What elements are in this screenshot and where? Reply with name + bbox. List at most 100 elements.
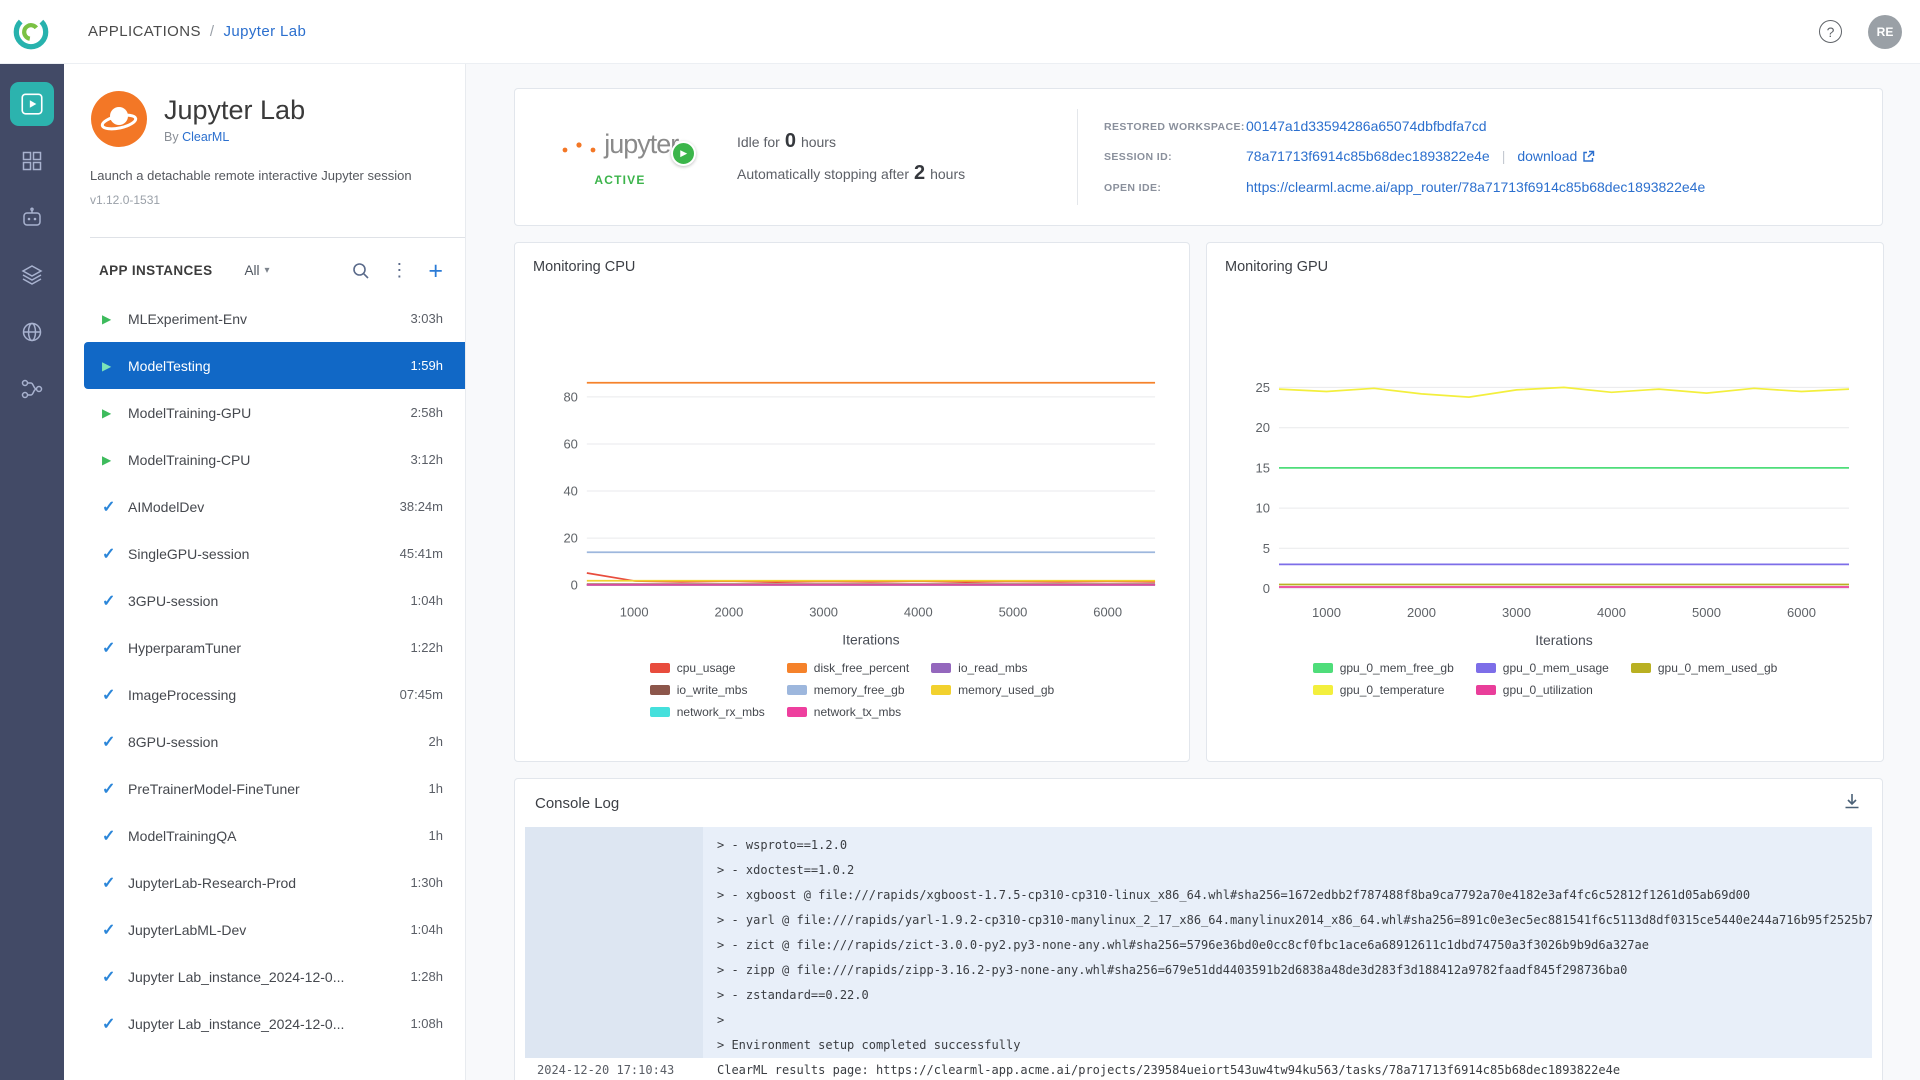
- session-id-link[interactable]: 78a71713f6914c85b68dec1893822e4e: [1246, 148, 1490, 164]
- instance-duration: 1:28h: [410, 969, 443, 984]
- instance-duration: 1h: [429, 781, 443, 796]
- legend-item-gpu_0_mem_free_gb[interactable]: gpu_0_mem_free_gb: [1313, 661, 1454, 675]
- legend-swatch: [787, 663, 807, 673]
- restored-workspace-value[interactable]: 00147a1d33594286a65074dbfbdfa7cd: [1246, 118, 1487, 134]
- instance-row[interactable]: ▶ModelTraining-GPU2:58h: [84, 389, 465, 436]
- kebab-menu-icon[interactable]: ⋮: [390, 260, 408, 281]
- svg-text:15: 15: [1256, 460, 1270, 475]
- console-title: Console Log: [535, 795, 619, 812]
- legend-item-io_read_mbs[interactable]: io_read_mbs: [931, 661, 1054, 675]
- breadcrumb: APPLICATIONS / Jupyter Lab: [88, 23, 306, 40]
- search-icon[interactable]: [352, 262, 370, 280]
- rail-item-pipelines[interactable]: [10, 367, 54, 411]
- instance-name: Jupyter Lab_instance_2024-12-0...: [128, 969, 410, 985]
- instance-row[interactable]: ✓SingleGPU-session45:41m: [84, 530, 465, 577]
- log-timestamp: [525, 1033, 703, 1058]
- instance-row[interactable]: ✓ModelTrainingQA1h: [84, 812, 465, 859]
- bot-icon: [20, 206, 44, 230]
- charts-row: Monitoring CPU 0204060801000200030004000…: [514, 242, 1883, 762]
- panel-divider: [90, 237, 465, 238]
- jupyter-logo: jupyter ▶: [552, 127, 689, 164]
- instance-row[interactable]: ✓PreTrainerModel-FineTuner1h: [84, 765, 465, 812]
- rail-item-projects[interactable]: [10, 139, 54, 183]
- instance-row[interactable]: ▶ModelTraining-CPU3:12h: [84, 436, 465, 483]
- log-text: ClearML results page: https://clearml-ap…: [703, 1058, 1872, 1080]
- instance-duration: 3:12h: [410, 452, 443, 467]
- svg-text:80: 80: [563, 389, 577, 404]
- instance-row[interactable]: ✓3GPU-session1:04h: [84, 577, 465, 624]
- breadcrumb-applications[interactable]: APPLICATIONS: [88, 23, 201, 40]
- rail-item-automation[interactable]: [10, 196, 54, 240]
- projects-grid-icon: [20, 149, 44, 173]
- log-row: > - xgboost @ file:///rapids/xgboost-1.7…: [525, 883, 1872, 908]
- rail-item-datasets[interactable]: [10, 253, 54, 297]
- clearml-link[interactable]: ClearML: [182, 130, 229, 144]
- completed-icon: ✓: [102, 497, 128, 517]
- running-icon: ▶: [102, 453, 128, 467]
- session-id-label: SESSION ID:: [1104, 148, 1246, 165]
- line-chart-svg: 0510152025100020003000400050006000Iterat…: [1225, 281, 1865, 659]
- applications-icon: [19, 91, 45, 117]
- cpu-chart-title: Monitoring CPU: [533, 259, 1171, 275]
- download-link[interactable]: download: [1517, 148, 1595, 164]
- legend-item-gpu_0_mem_used_gb[interactable]: gpu_0_mem_used_gb: [1631, 661, 1777, 675]
- svg-text:20: 20: [563, 531, 577, 546]
- legend-label: network_rx_mbs: [677, 705, 765, 719]
- legend-item-memory_used_gb[interactable]: memory_used_gb: [931, 683, 1054, 697]
- svg-text:40: 40: [563, 484, 577, 499]
- external-link-icon: [1582, 150, 1595, 163]
- legend-item-network_rx_mbs[interactable]: network_rx_mbs: [650, 705, 765, 719]
- app-version: v1.12.0-1531: [64, 193, 465, 207]
- gpu-chart-legend: gpu_0_mem_free_gb gpu_0_mem_usage gpu_0_me…: [1225, 661, 1865, 697]
- svg-text:Iterations: Iterations: [1535, 632, 1593, 648]
- instances-filter-dropdown[interactable]: All ▾: [244, 263, 269, 278]
- legend-item-disk_free_percent[interactable]: disk_free_percent: [787, 661, 909, 675]
- log-row: > - yarl @ file:///rapids/yarl-1.9.2-cp3…: [525, 908, 1872, 933]
- legend-swatch: [650, 685, 670, 695]
- download-icon: [1842, 791, 1862, 811]
- legend-item-io_write_mbs[interactable]: io_write_mbs: [650, 683, 765, 697]
- instance-row[interactable]: ✓JupyterLabML-Dev1:04h: [84, 906, 465, 953]
- completed-icon: ✓: [102, 544, 128, 564]
- legend-item-gpu_0_temperature[interactable]: gpu_0_temperature: [1313, 683, 1454, 697]
- legend-item-gpu_0_mem_usage[interactable]: gpu_0_mem_usage: [1476, 661, 1609, 675]
- instance-row[interactable]: ▶ModelTesting1:59h: [84, 342, 465, 389]
- legend-item-gpu_0_utilization[interactable]: gpu_0_utilization: [1476, 683, 1609, 697]
- instance-row[interactable]: ▶MLExperiment-Env3:03h: [84, 295, 465, 342]
- session-summary-card: jupyter ▶ ACTIVE Idle for0hours Automati…: [514, 88, 1883, 226]
- open-ide-link[interactable]: https://clearml.acme.ai/app_router/78a71…: [1246, 179, 1705, 195]
- help-icon[interactable]: ?: [1819, 20, 1842, 43]
- svg-text:5000: 5000: [1692, 605, 1721, 620]
- instance-row[interactable]: ✓HyperparamTuner1:22h: [84, 624, 465, 671]
- avatar[interactable]: RE: [1868, 15, 1902, 49]
- log-row: > - xdoctest==1.0.2: [525, 858, 1872, 883]
- rail-item-applications[interactable]: [10, 82, 54, 126]
- legend-label: memory_free_gb: [814, 683, 905, 697]
- legend-item-network_tx_mbs[interactable]: network_tx_mbs: [787, 705, 909, 719]
- instance-row[interactable]: ✓8GPU-session2h: [84, 718, 465, 765]
- completed-icon: ✓: [102, 826, 128, 846]
- session-timers: Idle for0hours Automatically stopping af…: [737, 121, 1067, 194]
- instances-header: APP INSTANCES All ▾ ⋮ +: [64, 252, 465, 291]
- vertical-divider: [1077, 109, 1078, 205]
- instance-name: ModelTraining-GPU: [128, 405, 410, 421]
- clearml-logo[interactable]: [10, 11, 52, 53]
- download-log-button[interactable]: [1842, 791, 1862, 816]
- instance-name: 8GPU-session: [128, 734, 429, 750]
- log-row: > - zipp @ file:///rapids/zipp-3.16.2-py…: [525, 958, 1872, 983]
- add-instance-button[interactable]: +: [428, 261, 443, 281]
- legend-swatch: [1313, 685, 1333, 695]
- instance-row[interactable]: ✓Jupyter Lab_instance_2024-12-0...1:08h: [84, 1000, 465, 1047]
- legend-item-cpu_usage[interactable]: cpu_usage: [650, 661, 765, 675]
- instance-duration: 38:24m: [400, 499, 443, 514]
- log-text: > - xgboost @ file:///rapids/xgboost-1.7…: [703, 883, 1872, 908]
- svg-text:3000: 3000: [1502, 605, 1531, 620]
- rail-item-hyperdatasets[interactable]: [10, 310, 54, 354]
- session-logo-block: jupyter ▶ ACTIVE: [545, 127, 695, 187]
- instance-name: MLExperiment-Env: [128, 311, 410, 327]
- instance-row[interactable]: ✓ImageProcessing07:45m: [84, 671, 465, 718]
- instance-row[interactable]: ✓JupyterLab-Research-Prod1:30h: [84, 859, 465, 906]
- legend-item-memory_free_gb[interactable]: memory_free_gb: [787, 683, 909, 697]
- instance-row[interactable]: ✓AIModelDev38:24m: [84, 483, 465, 530]
- instance-row[interactable]: ✓Jupyter Lab_instance_2024-12-0...1:28h: [84, 953, 465, 1000]
